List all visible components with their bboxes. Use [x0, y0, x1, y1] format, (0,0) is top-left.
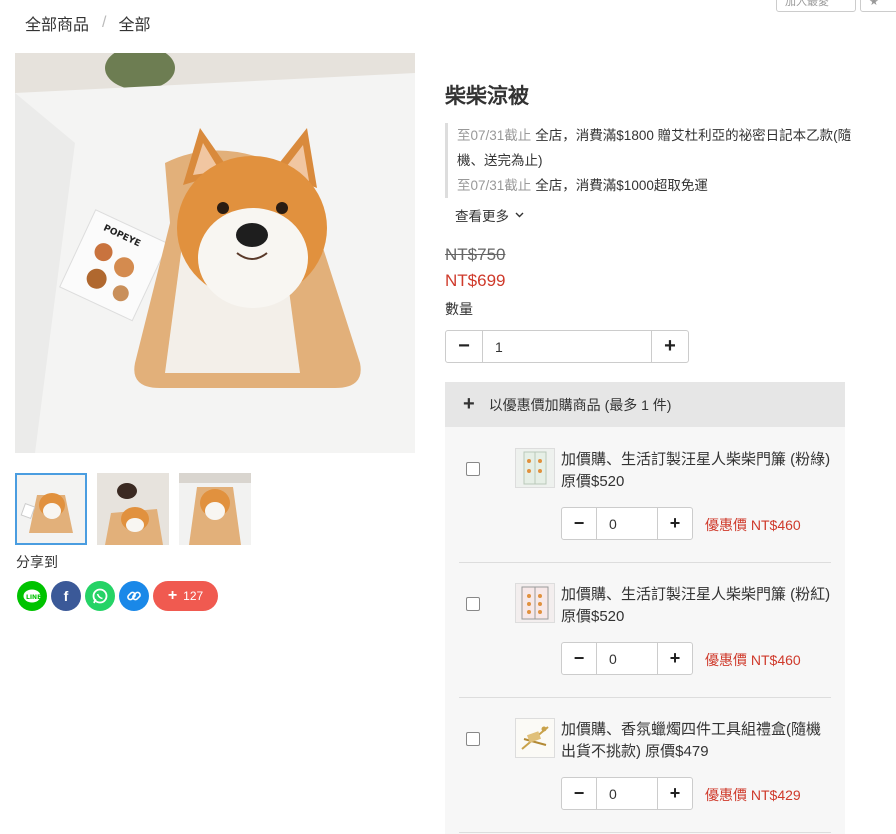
addon-checkbox[interactable]	[466, 732, 480, 746]
breadcrumb-all[interactable]: 全部	[118, 11, 150, 35]
facebook-icon[interactable]: f	[51, 581, 81, 611]
share-count-button[interactable]: + 127	[153, 581, 218, 611]
top-share-button[interactable]: ★	[860, 0, 896, 12]
thumbnail-3[interactable]	[179, 473, 251, 545]
shiba-blanket-photo: POPEYE	[15, 53, 415, 453]
addon-product-thumbnail[interactable]	[515, 583, 555, 623]
thumbnail-image	[17, 475, 85, 543]
promotion-date: 至07/31截止	[457, 178, 532, 193]
quantity-label: 數量	[445, 301, 473, 317]
add-to-wishlist-button[interactable]: 加入最愛	[776, 0, 856, 12]
wishlist-label: 加入最愛	[785, 0, 829, 8]
divider	[459, 832, 831, 833]
breadcrumb-separator: /	[102, 14, 107, 31]
plus-icon: +	[664, 335, 676, 357]
increase-quantity-button[interactable]: +	[657, 643, 692, 674]
decrease-quantity-button[interactable]: −	[446, 331, 483, 362]
quantity-input[interactable]: 1	[483, 331, 651, 362]
quantity-stepper: − 1 +	[445, 330, 689, 363]
product-title: 柴柴涼被	[445, 85, 529, 108]
plus-icon: +	[463, 393, 475, 415]
promotion-date: 至07/31截止	[457, 128, 532, 143]
plus-icon: +	[669, 648, 681, 668]
plus-icon: +	[669, 783, 681, 803]
addon-item: 加價購、生活訂製汪星人柴柴門簾 (粉紅) 原價$520 − 0 + 優惠價 NT…	[459, 562, 831, 697]
addon-product-thumbnail[interactable]	[515, 448, 555, 488]
see-more-link[interactable]: 查看更多	[455, 205, 524, 225]
top-actions: 加入最愛 ★	[776, 0, 896, 12]
thumbnail-1[interactable]	[15, 473, 87, 545]
link-icon[interactable]	[119, 581, 149, 611]
promotions-list: 至07/31截止 全店，消費滿$1800 贈艾杜利亞的祕密日記本乙款(隨機、送完為…	[445, 123, 852, 198]
addon-product-thumbnail[interactable]	[515, 718, 555, 758]
addon-item: 加價購、生活訂製汪星人柴柴門簾 (粉綠) 原價$520 − 0 + 優惠價 NT…	[459, 427, 831, 562]
share-buttons: LINE f + 127	[17, 581, 218, 611]
thumbnail-image	[179, 473, 251, 545]
promotion-text: 全店，消費滿$1000超取免運	[535, 178, 708, 193]
addon-product-name[interactable]: 加價購、生活訂製汪星人柴柴門簾 (粉紅) 原價$520	[561, 584, 831, 628]
see-more-label: 查看更多	[455, 209, 509, 224]
share-label: 分享到	[16, 554, 58, 570]
addon-checkbox[interactable]	[466, 597, 480, 611]
addon-checkbox[interactable]	[466, 462, 480, 476]
minus-icon: −	[573, 513, 585, 533]
decrease-quantity-button[interactable]: −	[562, 778, 597, 809]
addon-quantity-stepper: − 0 +	[561, 507, 693, 540]
addon-product-name[interactable]: 加價購、香氛蠟燭四件工具組禮盒(隨機出貨不挑款) 原價$479	[561, 719, 831, 763]
original-price: NT$750	[445, 245, 506, 264]
share-count: 127	[183, 589, 204, 603]
promotion-item: 至07/31截止 全店，消費滿$1800 贈艾杜利亞的祕密日記本乙款(隨機、送完為…	[457, 123, 852, 173]
decrease-quantity-button[interactable]: −	[562, 508, 597, 539]
increase-quantity-button[interactable]: +	[657, 778, 692, 809]
addon-header[interactable]: + 以優惠價加購商品 (最多 1 件)	[445, 382, 845, 427]
curtain-image	[516, 584, 554, 622]
line-icon[interactable]: LINE	[17, 581, 47, 611]
addon-header-label: 以優惠價加購商品 (最多 1 件)	[488, 396, 672, 413]
addon-product-name[interactable]: 加價購、生活訂製汪星人柴柴門簾 (粉綠) 原價$520	[561, 449, 831, 493]
chevron-down-icon	[515, 212, 524, 218]
thumbnail-2[interactable]	[97, 473, 169, 545]
addon-quantity-stepper: − 0 +	[561, 777, 693, 810]
addon-section: + 以優惠價加購商品 (最多 1 件) 加價購、生活訂製汪星人柴柴門簾 (粉綠)…	[445, 382, 845, 834]
addon-deal-price: 優惠價 NT$460	[705, 652, 801, 668]
promotion-item: 至07/31截止 全店，消費滿$1000超取免運	[457, 173, 852, 198]
minus-icon: −	[458, 335, 470, 357]
addon-quantity-input[interactable]: 0	[597, 778, 657, 809]
addon-quantity-input[interactable]: 0	[597, 508, 657, 539]
addon-item: 加價購、香氛蠟燭四件工具組禮盒(隨機出貨不挑款) 原價$479 − 0 + 優惠…	[459, 697, 831, 832]
increase-quantity-button[interactable]: +	[657, 508, 692, 539]
star-icon: ★	[869, 0, 879, 8]
plus-icon: +	[167, 587, 178, 604]
candle-tools-image	[516, 719, 554, 757]
increase-quantity-button[interactable]: +	[651, 331, 688, 362]
whatsapp-icon[interactable]	[85, 581, 115, 611]
minus-icon: −	[573, 783, 585, 803]
breadcrumb-all-products[interactable]: 全部商品	[25, 11, 89, 35]
svg-text:LINE: LINE	[26, 594, 41, 601]
plus-icon: +	[669, 513, 681, 533]
main-product-image[interactable]: POPEYE	[15, 53, 415, 453]
sale-price: NT$699	[445, 271, 506, 290]
addon-quantity-input[interactable]: 0	[597, 643, 657, 674]
addon-deal-price: 優惠價 NT$460	[705, 517, 801, 533]
thumbnail-image	[97, 473, 169, 545]
image-thumbnails	[15, 473, 251, 545]
addon-quantity-stepper: − 0 +	[561, 642, 693, 675]
curtain-image	[516, 449, 554, 487]
decrease-quantity-button[interactable]: −	[562, 643, 597, 674]
addon-deal-price: 優惠價 NT$429	[705, 787, 801, 803]
minus-icon: −	[573, 648, 585, 668]
breadcrumb: 全部商品 / 全部	[25, 11, 150, 35]
